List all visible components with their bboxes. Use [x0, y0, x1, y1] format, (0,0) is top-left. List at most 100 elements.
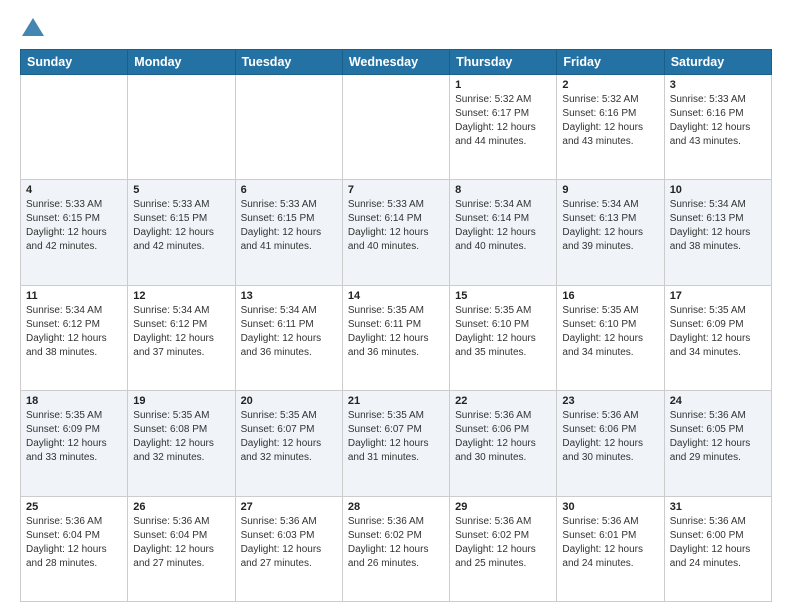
- day-info: Sunrise: 5:35 AM Sunset: 6:11 PM Dayligh…: [348, 304, 444, 360]
- week-row-5: 25 Sunrise: 5:36 AM Sunset: 6:04 PM Dayli…: [21, 496, 772, 601]
- logo: [20, 20, 44, 41]
- day-info: Sunrise: 5:32 AM Sunset: 6:16 PM Dayligh…: [562, 93, 658, 149]
- day-cell-21: 21Sunrise: 5:35 AM Sunset: 6:07 PM Dayli…: [342, 391, 449, 496]
- day-cell-19: 19 Sunrise: 5:35 AM Sunset: 6:08 PM Dayli…: [128, 391, 235, 496]
- empty-cell: [21, 74, 128, 179]
- weekday-header-friday: Friday: [557, 49, 664, 74]
- day-number: 13: [241, 290, 337, 302]
- day-number: 26: [133, 501, 229, 513]
- day-number: 7: [348, 184, 444, 196]
- day-info: Sunrise: 5:34 AM Sunset: 6:14 PM Dayligh…: [455, 198, 551, 254]
- day-cell-15: 15 Sunrise: 5:35 AM Sunset: 6:10 PM Dayli…: [450, 285, 557, 390]
- day-cell-17: 17 Sunrise: 5:35 AM Sunset: 6:09 PM Dayli…: [664, 285, 771, 390]
- day-cell-26: 26 Sunrise: 5:36 AM Sunset: 6:04 PM Dayli…: [128, 496, 235, 601]
- day-cell-11: 11 Sunrise: 5:34 AM Sunset: 6:12 PM Dayli…: [21, 285, 128, 390]
- weekday-header-tuesday: Tuesday: [235, 49, 342, 74]
- day-cell-8: 8Sunrise: 5:34 AM Sunset: 6:14 PM Daylig…: [450, 180, 557, 285]
- day-cell-13: 13 Sunrise: 5:34 AM Sunset: 6:11 PM Dayli…: [235, 285, 342, 390]
- weekday-header-monday: Monday: [128, 49, 235, 74]
- day-info: Sunrise: 5:36 AM Sunset: 6:02 PM Dayligh…: [455, 515, 551, 571]
- day-number: 24: [670, 395, 766, 407]
- day-cell-2: 2 Sunrise: 5:32 AM Sunset: 6:16 PM Daylig…: [557, 74, 664, 179]
- day-number: 25: [26, 501, 122, 513]
- day-info: Sunrise: 5:33 AM Sunset: 6:15 PM Dayligh…: [133, 198, 229, 254]
- day-cell-24: 24 Sunrise: 5:36 AM Sunset: 6:05 PM Dayli…: [664, 391, 771, 496]
- day-info: Sunrise: 5:36 AM Sunset: 6:05 PM Dayligh…: [670, 409, 766, 465]
- page: SundayMondayTuesdayWednesdayThursdayFrid…: [0, 0, 792, 612]
- day-number: 14: [348, 290, 444, 302]
- day-info: Sunrise: 5:36 AM Sunset: 6:01 PM Dayligh…: [562, 515, 658, 571]
- empty-cell: [342, 74, 449, 179]
- weekday-header-saturday: Saturday: [664, 49, 771, 74]
- day-number: 19: [133, 395, 229, 407]
- empty-cell: [235, 74, 342, 179]
- day-number: 6: [241, 184, 337, 196]
- day-cell-6: 6 Sunrise: 5:33 AM Sunset: 6:15 PM Daylig…: [235, 180, 342, 285]
- day-number: 29: [455, 501, 551, 513]
- day-info: Sunrise: 5:35 AM Sunset: 6:08 PM Dayligh…: [133, 409, 229, 465]
- day-info: Sunrise: 5:36 AM Sunset: 6:02 PM Dayligh…: [348, 515, 444, 571]
- day-info: Sunrise: 5:36 AM Sunset: 6:04 PM Dayligh…: [26, 515, 122, 571]
- day-cell-18: 18 Sunrise: 5:35 AM Sunset: 6:09 PM Dayli…: [21, 391, 128, 496]
- day-cell-30: 30 Sunrise: 5:36 AM Sunset: 6:01 PM Dayli…: [557, 496, 664, 601]
- day-info: Sunrise: 5:35 AM Sunset: 6:10 PM Dayligh…: [455, 304, 551, 360]
- day-cell-5: 5Sunrise: 5:33 AM Sunset: 6:15 PM Daylig…: [128, 180, 235, 285]
- day-info: Sunrise: 5:36 AM Sunset: 6:03 PM Dayligh…: [241, 515, 337, 571]
- day-info: Sunrise: 5:32 AM Sunset: 6:17 PM Dayligh…: [455, 93, 551, 149]
- day-cell-20: 20Sunrise: 5:35 AM Sunset: 6:07 PM Dayli…: [235, 391, 342, 496]
- day-info: Sunrise: 5:35 AM Sunset: 6:09 PM Dayligh…: [26, 409, 122, 465]
- week-row-4: 18 Sunrise: 5:35 AM Sunset: 6:09 PM Dayli…: [21, 391, 772, 496]
- day-cell-3: 3Sunrise: 5:33 AM Sunset: 6:16 PM Daylig…: [664, 74, 771, 179]
- day-cell-31: 31 Sunrise: 5:36 AM Sunset: 6:00 PM Dayli…: [664, 496, 771, 601]
- day-cell-25: 25 Sunrise: 5:36 AM Sunset: 6:04 PM Dayli…: [21, 496, 128, 601]
- day-number: 9: [562, 184, 658, 196]
- header: [20, 16, 772, 41]
- weekday-header-thursday: Thursday: [450, 49, 557, 74]
- day-number: 1: [455, 79, 551, 91]
- day-number: 17: [670, 290, 766, 302]
- day-info: Sunrise: 5:34 AM Sunset: 6:12 PM Dayligh…: [26, 304, 122, 360]
- day-number: 11: [26, 290, 122, 302]
- day-info: Sunrise: 5:35 AM Sunset: 6:10 PM Dayligh…: [562, 304, 658, 360]
- day-cell-22: 22Sunrise: 5:36 AM Sunset: 6:06 PM Dayli…: [450, 391, 557, 496]
- day-cell-14: 14 Sunrise: 5:35 AM Sunset: 6:11 PM Dayli…: [342, 285, 449, 390]
- day-number: 2: [562, 79, 658, 91]
- day-number: 30: [562, 501, 658, 513]
- day-info: Sunrise: 5:34 AM Sunset: 6:11 PM Dayligh…: [241, 304, 337, 360]
- day-number: 28: [348, 501, 444, 513]
- week-row-3: 11 Sunrise: 5:34 AM Sunset: 6:12 PM Dayli…: [21, 285, 772, 390]
- day-cell-7: 7 Sunrise: 5:33 AM Sunset: 6:14 PM Daylig…: [342, 180, 449, 285]
- day-info: Sunrise: 5:33 AM Sunset: 6:14 PM Dayligh…: [348, 198, 444, 254]
- day-cell-27: 27 Sunrise: 5:36 AM Sunset: 6:03 PM Dayli…: [235, 496, 342, 601]
- day-number: 20: [241, 395, 337, 407]
- day-info: Sunrise: 5:36 AM Sunset: 6:06 PM Dayligh…: [455, 409, 551, 465]
- day-info: Sunrise: 5:36 AM Sunset: 6:00 PM Dayligh…: [670, 515, 766, 571]
- empty-cell: [128, 74, 235, 179]
- day-cell-1: 1 Sunrise: 5:32 AM Sunset: 6:17 PM Daylig…: [450, 74, 557, 179]
- weekday-header-wednesday: Wednesday: [342, 49, 449, 74]
- day-info: Sunrise: 5:33 AM Sunset: 6:15 PM Dayligh…: [26, 198, 122, 254]
- day-info: Sunrise: 5:35 AM Sunset: 6:09 PM Dayligh…: [670, 304, 766, 360]
- day-info: Sunrise: 5:33 AM Sunset: 6:15 PM Dayligh…: [241, 198, 337, 254]
- day-number: 31: [670, 501, 766, 513]
- day-cell-12: 12Sunrise: 5:34 AM Sunset: 6:12 PM Dayli…: [128, 285, 235, 390]
- day-cell-29: 29 Sunrise: 5:36 AM Sunset: 6:02 PM Dayli…: [450, 496, 557, 601]
- day-info: Sunrise: 5:34 AM Sunset: 6:13 PM Dayligh…: [562, 198, 658, 254]
- weekday-header-row: SundayMondayTuesdayWednesdayThursdayFrid…: [21, 49, 772, 74]
- day-info: Sunrise: 5:36 AM Sunset: 6:06 PM Dayligh…: [562, 409, 658, 465]
- day-info: Sunrise: 5:36 AM Sunset: 6:04 PM Dayligh…: [133, 515, 229, 571]
- day-number: 15: [455, 290, 551, 302]
- day-cell-23: 23 Sunrise: 5:36 AM Sunset: 6:06 PM Dayli…: [557, 391, 664, 496]
- day-number: 12: [133, 290, 229, 302]
- day-cell-10: 10Sunrise: 5:34 AM Sunset: 6:13 PM Dayli…: [664, 180, 771, 285]
- day-number: 27: [241, 501, 337, 513]
- day-number: 23: [562, 395, 658, 407]
- week-row-1: 1 Sunrise: 5:32 AM Sunset: 6:17 PM Daylig…: [21, 74, 772, 179]
- day-cell-4: 4Sunrise: 5:33 AM Sunset: 6:15 PM Daylig…: [21, 180, 128, 285]
- day-cell-28: 28 Sunrise: 5:36 AM Sunset: 6:02 PM Dayli…: [342, 496, 449, 601]
- day-number: 18: [26, 395, 122, 407]
- logo-icon: [22, 18, 44, 36]
- day-info: Sunrise: 5:34 AM Sunset: 6:13 PM Dayligh…: [670, 198, 766, 254]
- day-cell-9: 9 Sunrise: 5:34 AM Sunset: 6:13 PM Daylig…: [557, 180, 664, 285]
- logo-text: [20, 20, 44, 41]
